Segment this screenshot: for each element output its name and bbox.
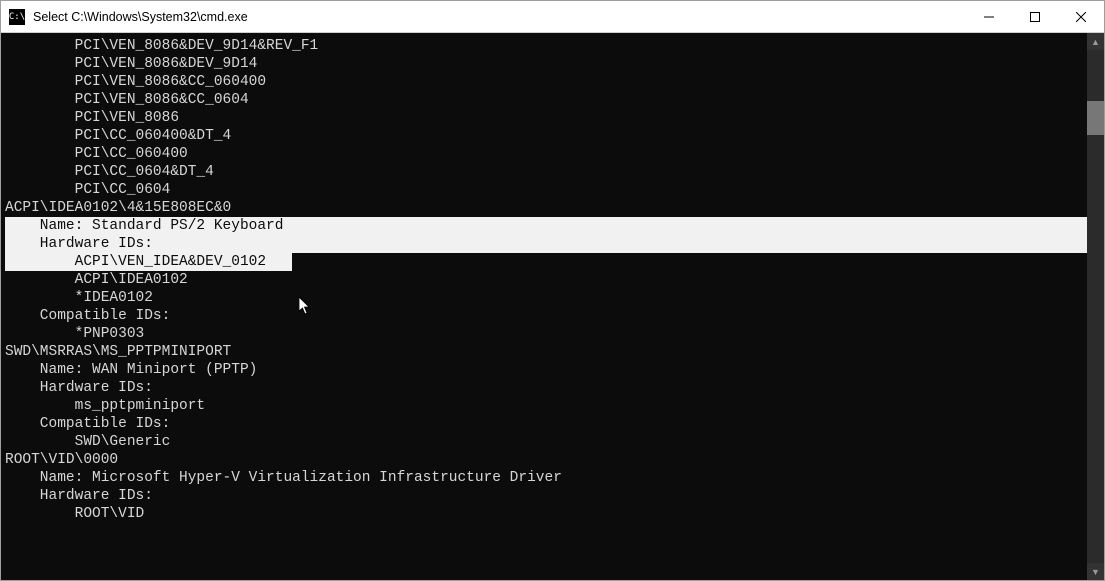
console-container: PCI\VEN_8086&DEV_9D14&REV_F1 PCI\VEN_808… [1,33,1104,580]
console-line[interactable]: ms_pptpminiport [5,397,1087,415]
console-line[interactable]: PCI\VEN_8086&DEV_9D14 [5,55,1087,73]
maximize-button[interactable] [1012,1,1058,33]
scroll-up-arrow[interactable]: ▲ [1087,33,1104,50]
titlebar[interactable]: C:\ Select C:\Windows\System32\cmd.exe [1,1,1104,33]
cmd-icon: C:\ [9,9,25,25]
console-line[interactable]: Name: Standard PS/2 Keyboard [5,217,1087,235]
console-line[interactable]: ROOT\VID [5,505,1087,523]
console-line[interactable]: PCI\VEN_8086&CC_0604 [5,91,1087,109]
console-line[interactable]: PCI\CC_0604 [5,181,1087,199]
console-line[interactable]: PCI\CC_0604&DT_4 [5,163,1087,181]
close-button[interactable] [1058,1,1104,33]
console-line[interactable]: *PNP0303 [5,325,1087,343]
console-line[interactable]: ACPI\VEN_IDEA&DEV_0102 [5,253,1087,271]
console-line[interactable]: Compatible IDs: [5,415,1087,433]
console-line[interactable]: Name: WAN Miniport (PPTP) [5,361,1087,379]
minimize-button[interactable] [966,1,1012,33]
console-line[interactable]: PCI\CC_060400&DT_4 [5,127,1087,145]
console-line[interactable]: ACPI\IDEA0102\4&15E808EC&0 [5,199,1087,217]
console-line[interactable]: PCI\VEN_8086&CC_060400 [5,73,1087,91]
console-line[interactable]: ROOT\VID\0000 [5,451,1087,469]
vertical-scrollbar[interactable]: ▲ ▼ [1087,33,1104,580]
console-line[interactable]: PCI\VEN_8086&DEV_9D14&REV_F1 [5,37,1087,55]
console-line[interactable]: *IDEA0102 [5,289,1087,307]
console-line[interactable]: ACPI\IDEA0102 [5,271,1087,289]
console-line[interactable]: Hardware IDs: [5,487,1087,505]
window-controls [966,1,1104,33]
console-line[interactable]: Hardware IDs: [5,379,1087,397]
console-line[interactable]: SWD\Generic [5,433,1087,451]
console-line[interactable]: Hardware IDs: [5,235,1087,253]
console-line[interactable]: PCI\VEN_8086 [5,109,1087,127]
console-line[interactable]: PCI\CC_060400 [5,145,1087,163]
console-output[interactable]: PCI\VEN_8086&DEV_9D14&REV_F1 PCI\VEN_808… [1,33,1087,580]
console-line[interactable]: SWD\MSRRAS\MS_PPTPMINIPORT [5,343,1087,361]
console-line[interactable]: Name: Microsoft Hyper-V Virtualization I… [5,469,1087,487]
scroll-down-arrow[interactable]: ▼ [1087,563,1104,580]
window-title: Select C:\Windows\System32\cmd.exe [31,10,966,24]
console-line[interactable]: Compatible IDs: [5,307,1087,325]
scrollbar-thumb[interactable] [1087,101,1104,135]
